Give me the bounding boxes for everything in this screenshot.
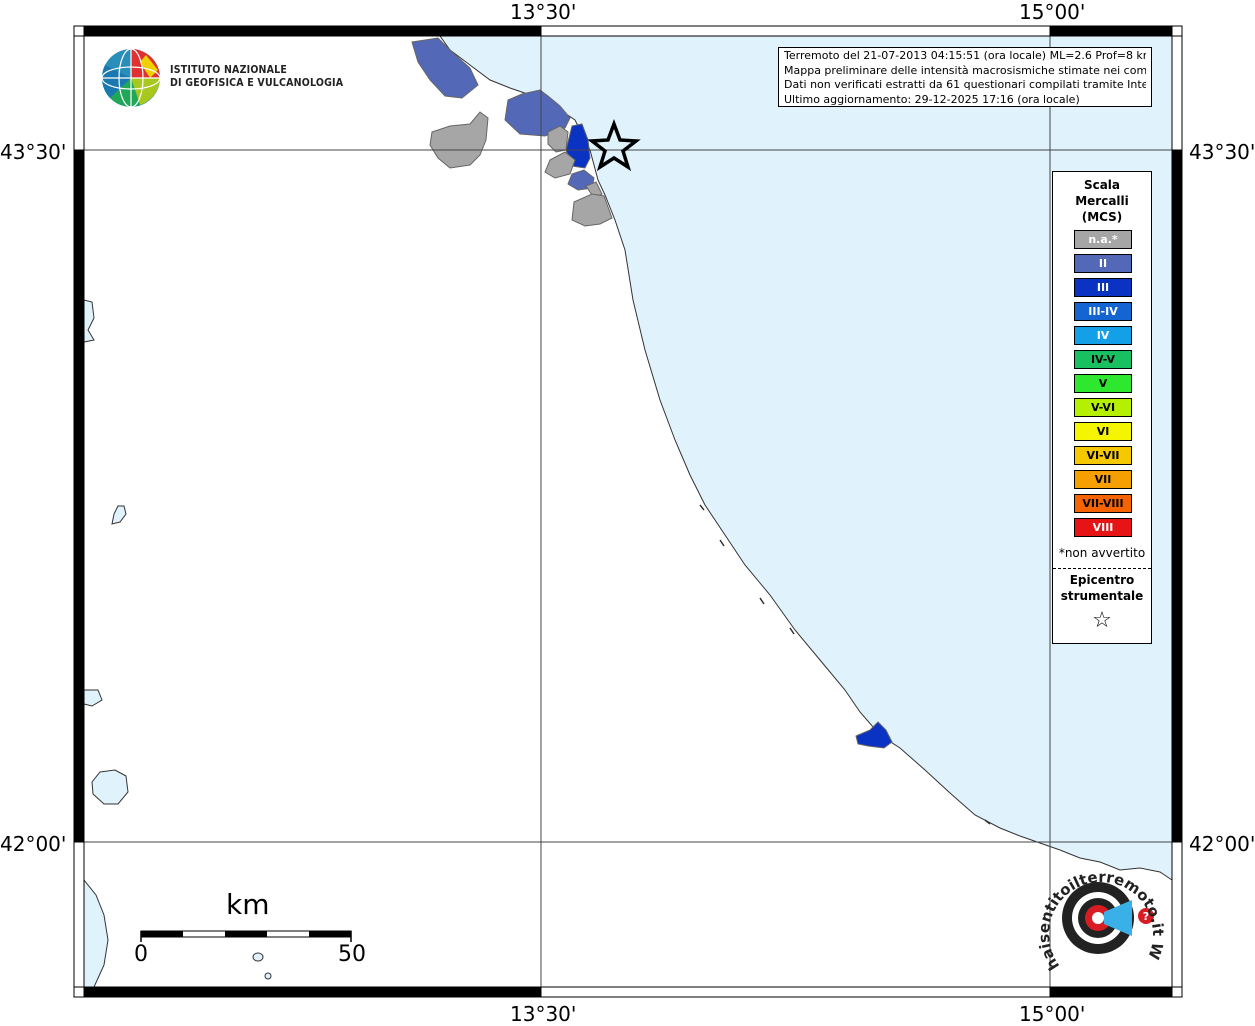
tick-lat-north-left: 43°30' xyxy=(0,140,67,164)
legend-item: VIII xyxy=(1074,518,1132,537)
tick-lon-east-bottom: 15°00' xyxy=(1019,1002,1086,1026)
tick-lon-west-bottom: 13°30' xyxy=(510,1002,577,1026)
institute-name: ISTITUTO NAZIONALE DI GEOFISICA E VULCAN… xyxy=(170,64,343,90)
legend-epicentre-line2: strumentale xyxy=(1060,589,1144,603)
legend-item: IV-V xyxy=(1074,350,1132,369)
legend-items: n.a.* II III III-IV IV IV-V V V-VI VI VI-VII VII VI… xyxy=(1074,230,1132,542)
legend-item: II xyxy=(1074,254,1132,273)
legend-epicentre-line1: Epicentro xyxy=(1069,573,1135,587)
legend-item: V xyxy=(1074,374,1132,393)
scale-right-label: 50 xyxy=(338,942,366,967)
legend-item: VII-VIII xyxy=(1074,494,1132,513)
legend-note: *non avvertito xyxy=(1058,546,1146,560)
legend-star-icon: ☆ xyxy=(1092,608,1112,633)
lake xyxy=(252,952,264,962)
legend-title-line1: Scala xyxy=(1083,178,1121,192)
scale-left-label: 0 xyxy=(134,942,148,967)
lake xyxy=(264,972,272,980)
legend-title-line2: Mercalli xyxy=(1075,194,1129,208)
event-info-box: Terremoto del 21-07-2013 04:15:51 (ora l… xyxy=(778,47,1152,107)
tick-lat-north-right: 43°30' xyxy=(1189,140,1255,164)
legend-title-line3: (MCS) xyxy=(1081,210,1123,224)
legend-epicentre-label: Epicentro strumentale xyxy=(1053,572,1151,604)
mcs-legend: Scala Mercalli (MCS) n.a.* II III III-IV IV I… xyxy=(1052,171,1152,644)
scale-unit: km xyxy=(226,888,270,921)
tick-lat-south-right: 42°00' xyxy=(1189,832,1255,856)
legend-item: IV xyxy=(1074,326,1132,345)
institute-line1: ISTITUTO NAZIONALE xyxy=(170,64,288,76)
event-info-line4: Ultimo aggiornamento: 29-12-2025 17:16 (… xyxy=(784,92,1080,106)
legend-separator xyxy=(1053,568,1151,569)
tick-lat-south-left: 42°00' xyxy=(0,832,67,856)
legend-item: III-IV xyxy=(1074,302,1132,321)
ingv-logo-icon xyxy=(101,48,161,108)
tick-lon-west-top: 13°30' xyxy=(510,0,577,24)
legend-item: n.a.* xyxy=(1074,230,1132,249)
legend-title: Scala Mercalli (MCS) xyxy=(1053,177,1151,225)
institute-line2: DI GEOFISICA E VULCANOLOGIA xyxy=(170,77,344,89)
legend-item: VI xyxy=(1074,422,1132,441)
tick-lon-east-top: 15°00' xyxy=(1019,0,1086,24)
legend-item: III xyxy=(1074,278,1132,297)
event-info-line3: Dati non verificati estratti da 61 quest… xyxy=(784,78,1146,91)
legend-item: VII xyxy=(1074,470,1132,489)
event-info-line2: Mappa preliminare delle intensità macros… xyxy=(784,63,1146,77)
legend-item: VI-VII xyxy=(1074,446,1132,465)
event-info-line1: Terremoto del 21-07-2013 04:15:51 (ora l… xyxy=(784,49,1146,62)
legend-item: V-VI xyxy=(1074,398,1132,417)
